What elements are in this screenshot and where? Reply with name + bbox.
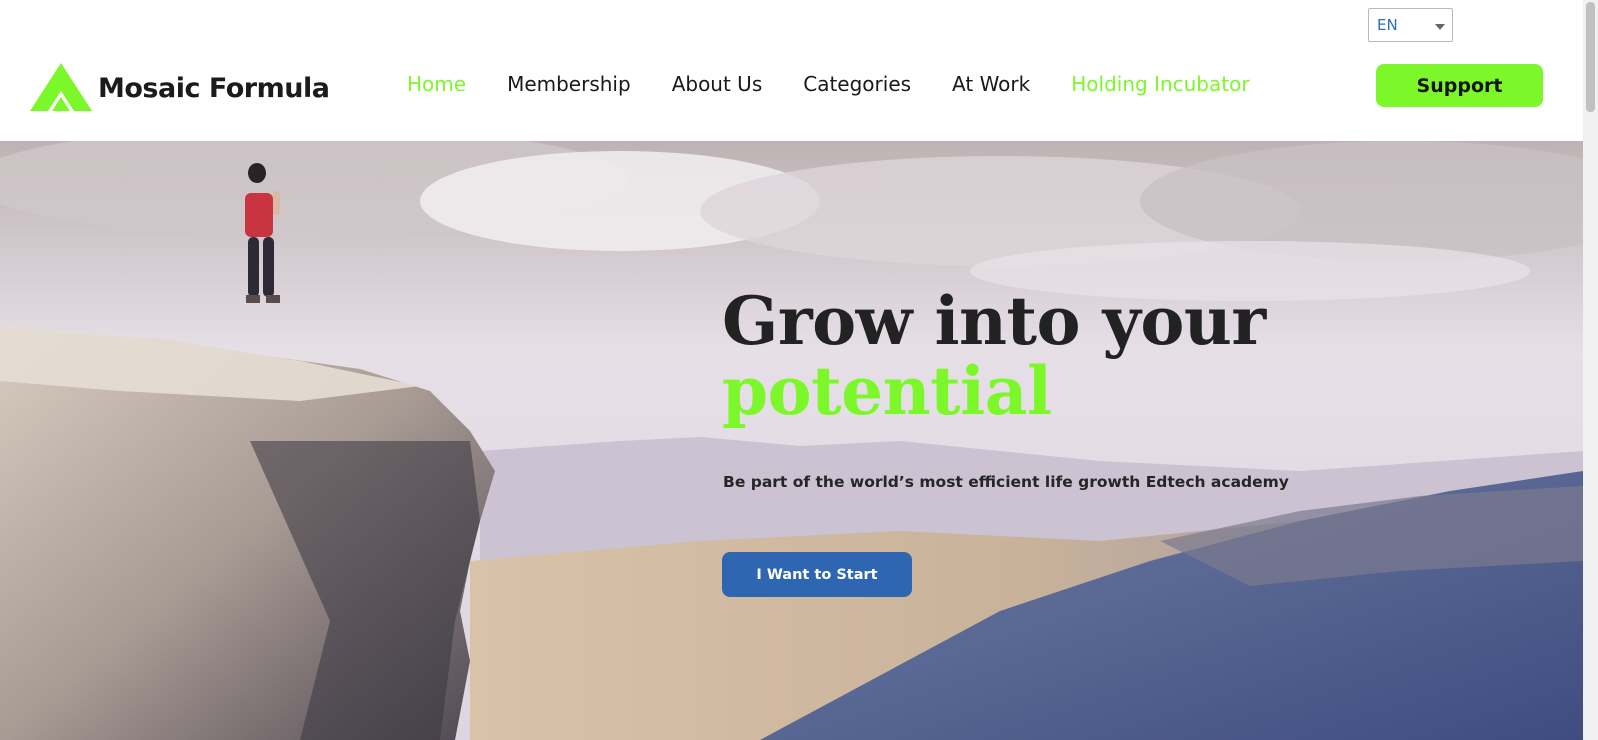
hero-title: Grow into your [722, 282, 1266, 360]
hero-section: Grow into your potential Be part of the … [0, 141, 1583, 740]
chevron-down-icon [1435, 24, 1445, 30]
mountain-a-logo-icon [30, 63, 92, 111]
language-select[interactable]: EN [1368, 8, 1453, 42]
main-nav: Home Membership About Us Categories At W… [407, 72, 1250, 96]
scrollbar-thumb[interactable] [1586, 2, 1595, 112]
start-button[interactable]: I Want to Start [722, 552, 912, 597]
nav-item-about-us[interactable]: About Us [672, 72, 763, 96]
logo-text: Mosaic Formula [98, 72, 330, 104]
hero-subtitle: Be part of the world’s most efficient li… [723, 473, 1289, 491]
page-scrollbar[interactable] [1583, 0, 1598, 740]
language-select-value: EN [1377, 16, 1398, 34]
site-header: EN Mosaic Formula Home Membership About … [0, 0, 1583, 141]
nav-item-holding-incubator[interactable]: Holding Incubator [1071, 72, 1249, 96]
hero-title-highlight: potential [722, 352, 1052, 430]
nav-item-categories[interactable]: Categories [803, 72, 911, 96]
hero-background-image [0, 141, 1583, 740]
support-button[interactable]: Support [1376, 64, 1543, 107]
nav-item-home[interactable]: Home [407, 72, 466, 96]
nav-item-membership[interactable]: Membership [507, 72, 631, 96]
site-logo[interactable]: Mosaic Formula [30, 63, 330, 113]
nav-item-at-work[interactable]: At Work [952, 72, 1030, 96]
